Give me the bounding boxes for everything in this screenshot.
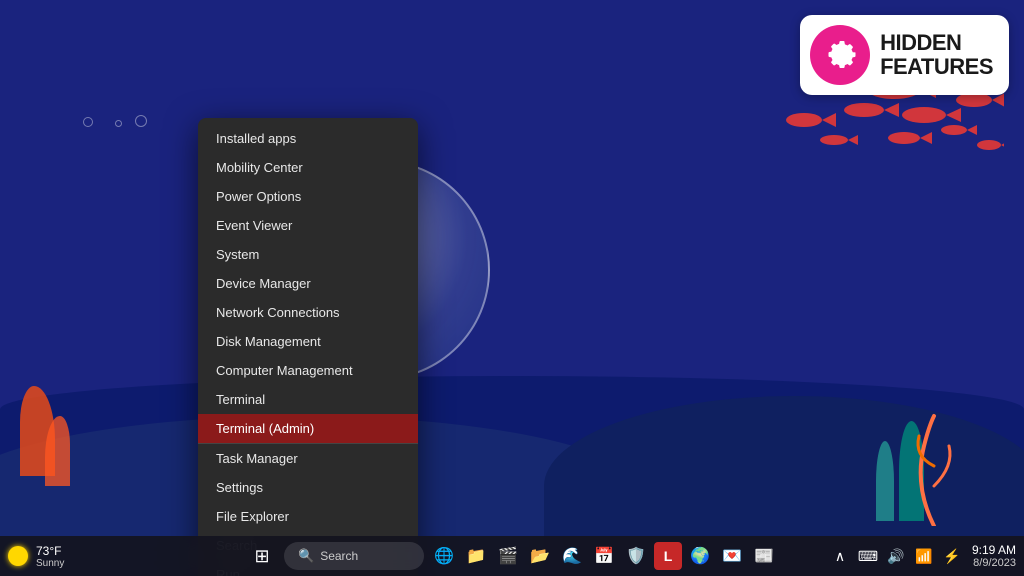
small-bubbles [80, 100, 150, 135]
weather-widget: 73°F Sunny [36, 544, 64, 569]
menu-item-label-terminal-admin: Terminal (Admin) [216, 421, 314, 436]
taskbar-app-10[interactable]: 📰 [750, 542, 778, 570]
taskbar-app-3[interactable]: 📂 [526, 542, 554, 570]
weather-condition: Sunny [36, 558, 64, 569]
badge-text: HIDDEN FEATURES [880, 31, 993, 79]
menu-item-label-installed-apps: Installed apps [216, 131, 296, 146]
menu-item-installed-apps[interactable]: Installed apps [198, 124, 418, 153]
taskbar-center: ⊞ 🔍 Search 🌐📁🎬📂🌊📅🛡️L🌍💌📰 [246, 540, 778, 572]
taskbar-app-8[interactable]: 🌍 [686, 542, 714, 570]
hidden-features-badge: HIDDEN FEATURES [800, 15, 1009, 95]
coral-left-2 [45, 416, 70, 486]
clock-date: 8/9/2023 [972, 557, 1016, 569]
search-label: Search [320, 549, 358, 563]
search-icon: 🔍 [298, 548, 314, 564]
menu-item-label-mobility-center: Mobility Center [216, 160, 303, 175]
menu-item-label-system: System [216, 247, 259, 262]
menu-item-event-viewer[interactable]: Event Viewer [198, 211, 418, 240]
clock-time: 9:19 AM [972, 543, 1016, 557]
show-hidden-icons[interactable]: ∧ [828, 544, 852, 568]
keyboard-icon[interactable]: ⌨ [856, 544, 880, 568]
network-icon[interactable]: 📶 [912, 544, 936, 568]
menu-item-label-power-options: Power Options [216, 189, 301, 204]
seaweed-right [876, 441, 894, 521]
menu-item-power-options[interactable]: Power Options [198, 182, 418, 211]
taskbar-apps: 🌐📁🎬📂🌊📅🛡️L🌍💌📰 [430, 542, 778, 570]
start-button[interactable]: ⊞ [246, 540, 278, 572]
menu-item-settings[interactable]: Settings [198, 473, 418, 502]
menu-item-terminal-admin[interactable]: Terminal (Admin) [198, 414, 418, 443]
menu-item-file-explorer[interactable]: File Explorer [198, 502, 418, 531]
sun-icon [8, 546, 28, 566]
menu-item-label-terminal: Terminal [216, 392, 265, 407]
windows-logo: ⊞ [254, 546, 269, 567]
menu-item-label-device-manager: Device Manager [216, 276, 311, 291]
menu-item-network-connections[interactable]: Network Connections [198, 298, 418, 327]
menu-item-label-event-viewer: Event Viewer [216, 218, 292, 233]
menu-item-label-settings: Settings [216, 480, 263, 495]
menu-item-computer-management[interactable]: Computer Management [198, 356, 418, 385]
taskbar-left: 73°F Sunny [8, 544, 72, 569]
menu-item-label-task-manager: Task Manager [216, 451, 298, 466]
menu-item-system[interactable]: System [198, 240, 418, 269]
menu-item-label-disk-management: Disk Management [216, 334, 321, 349]
gear-circle [810, 25, 870, 85]
taskbar-app-9[interactable]: 💌 [718, 542, 746, 570]
menu-item-terminal[interactable]: Terminal [198, 385, 418, 414]
taskbar: 73°F Sunny ⊞ 🔍 Search 🌐📁🎬📂🌊📅🛡️L🌍💌📰 ∧⌨🔊📶⚡… [0, 536, 1024, 576]
taskbar-app-5[interactable]: 📅 [590, 542, 618, 570]
weather-temp: 73°F [36, 544, 61, 558]
gear-icon [822, 37, 858, 73]
menu-item-label-network-connections: Network Connections [216, 305, 340, 320]
menu-item-label-computer-management: Computer Management [216, 363, 353, 378]
search-bar[interactable]: 🔍 Search [284, 542, 424, 570]
taskbar-app-2[interactable]: 🎬 [494, 542, 522, 570]
context-menu: Installed apps Mobility Center Power Optio… [198, 118, 418, 576]
volume-icon[interactable]: 🔊 [884, 544, 908, 568]
taskbar-app-4[interactable]: 🌊 [558, 542, 586, 570]
desktop: HIDDEN FEATURES Installed apps Mobility C… [0, 0, 1024, 576]
system-tray: ∧⌨🔊📶⚡ [828, 544, 964, 568]
menu-item-mobility-center[interactable]: Mobility Center [198, 153, 418, 182]
taskbar-app-1[interactable]: 📁 [462, 542, 490, 570]
taskbar-right: ∧⌨🔊📶⚡ 9:19 AM 8/9/2023 [828, 543, 1016, 569]
battery-icon[interactable]: ⚡ [940, 544, 964, 568]
menu-item-label-file-explorer: File Explorer [216, 509, 289, 524]
menu-item-disk-management[interactable]: Disk Management [198, 327, 418, 356]
right-plant [904, 406, 964, 526]
taskbar-app-7[interactable]: L [654, 542, 682, 570]
taskbar-app-6[interactable]: 🛡️ [622, 542, 650, 570]
menu-item-device-manager[interactable]: Device Manager [198, 269, 418, 298]
menu-item-task-manager[interactable]: Task Manager [198, 443, 418, 473]
taskbar-app-0[interactable]: 🌐 [430, 542, 458, 570]
clock[interactable]: 9:19 AM 8/9/2023 [972, 543, 1016, 569]
